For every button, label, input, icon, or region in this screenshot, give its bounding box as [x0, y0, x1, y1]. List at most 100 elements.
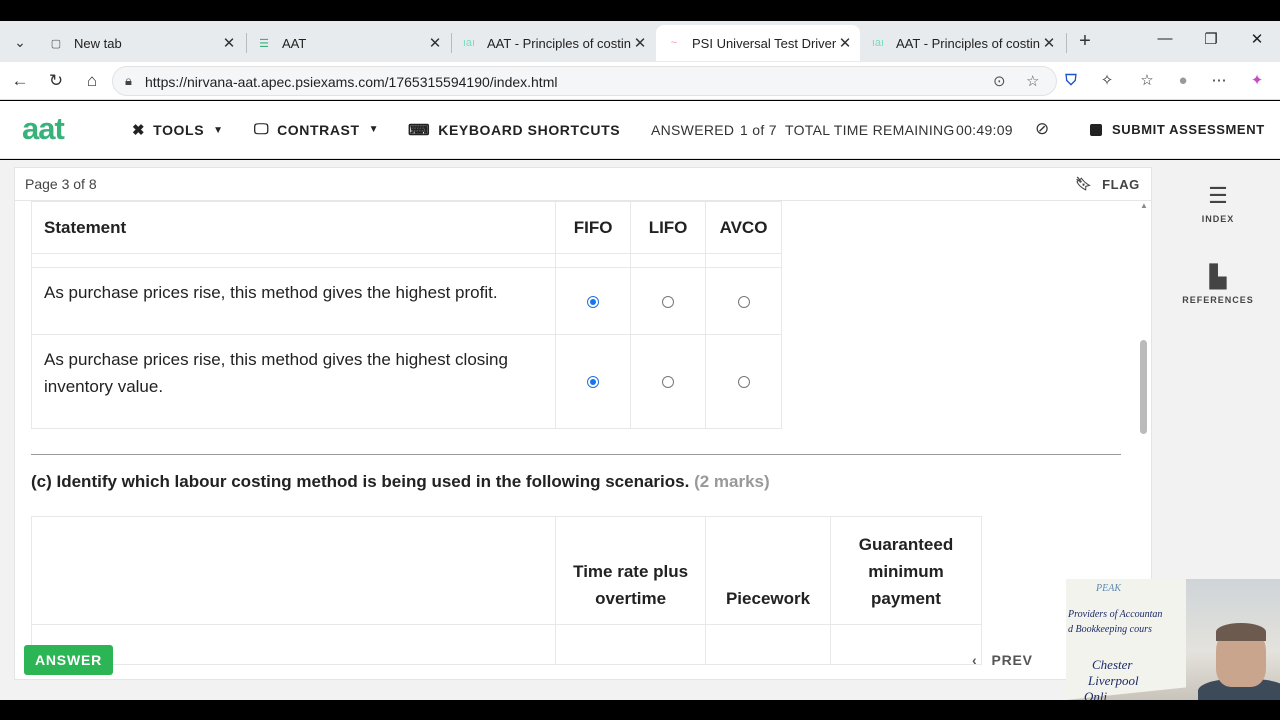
webcam-overlay: PEAK Providers of Accountan d Bookkeepin…	[1066, 579, 1280, 700]
inventory-method-table: Statement FIFO LIFO AVCO As purchase pri…	[30, 201, 782, 429]
references-button[interactable]: ▙ REFERENCES	[1178, 264, 1258, 306]
browser-tab-strip: ⌄ ▢ New tab ✕ ☰ AAT ✕ ıaı AAT - Principl…	[0, 21, 1280, 62]
column-header: FIFO	[555, 201, 632, 254]
restore-icon[interactable]: ❐	[1201, 30, 1221, 48]
favorite-star-icon[interactable]: ☆	[1026, 72, 1039, 90]
aat-icon: ☰	[259, 37, 269, 50]
more-page-actions-icon[interactable]: ⊙	[993, 72, 1006, 90]
radio-cell[interactable]	[705, 267, 782, 335]
profile-avatar-icon[interactable]: ●	[1173, 71, 1193, 91]
browser-tab-aat-costing[interactable]: ıaı AAT - Principles of costing - ✕	[451, 25, 655, 61]
table-row	[30, 624, 983, 665]
screen: ⌄ ▢ New tab ✕ ☰ AAT ✕ ıaı AAT - Principl…	[0, 0, 1280, 720]
refresh-icon[interactable]: ↻	[46, 71, 66, 91]
tab-title: PSI Universal Test Driver	[692, 35, 836, 51]
time-remaining-label: TOTAL TIME REMAINING	[785, 122, 955, 138]
radio-cell[interactable]	[555, 334, 632, 429]
flag-label: FLAG	[1102, 176, 1140, 192]
labour-costing-table: Time rate plus overtime Piecework Guaran…	[30, 516, 983, 665]
poster-text: Liverpool	[1088, 673, 1139, 688]
copilot-icon[interactable]: ✦	[1247, 71, 1267, 91]
back-arrow-icon[interactable]: ←	[10, 71, 30, 91]
url-text[interactable]: https://nirvana-aat.apec.psiexams.com/17…	[145, 74, 557, 90]
column-header: Guaranteed minimum payment	[829, 516, 983, 625]
bitwarden-extension-icon[interactable]: ⛉	[1061, 71, 1081, 91]
chevron-left-icon: ‹	[972, 652, 978, 668]
question-c-marks: (2 marks)	[694, 472, 770, 491]
statement-text: As purchase prices rise, this method giv…	[30, 267, 557, 335]
column-header: Time rate plus overtime	[555, 516, 707, 625]
page-indicator: Page 3 of 8	[25, 176, 97, 192]
radio-cell[interactable]	[555, 267, 632, 335]
section-divider	[31, 454, 1121, 455]
site-info-icon[interactable]: 🔒︎	[125, 73, 132, 89]
favorites-list-icon[interactable]: ☆	[1137, 71, 1157, 91]
keyboard-shortcuts-button[interactable]: ⌨ KEYBOARD SHORTCUTS	[408, 121, 620, 139]
contrast-menu[interactable]: 🖵︎ CONTRAST ▼	[254, 121, 379, 138]
radio-lifo[interactable]	[662, 376, 675, 389]
radio-cell[interactable]	[630, 334, 707, 429]
close-tab-icon[interactable]: ✕	[1040, 34, 1058, 52]
browser-toolbar: ← ↻ ⌂ 🔒︎ https://nirvana-aat.apec.psiexa…	[0, 62, 1280, 100]
tab-title: AAT - Principles of costing -	[896, 35, 1040, 51]
prev-label: PREV	[991, 652, 1033, 668]
settings-more-icon[interactable]: ⋯	[1209, 71, 1229, 91]
table-row: As purchase prices rise, this method giv…	[30, 334, 782, 429]
radio-avco[interactable]	[737, 376, 750, 389]
column-header	[30, 516, 557, 625]
keyboard-icon: ⌨	[408, 122, 431, 139]
home-icon[interactable]: ⌂	[82, 71, 102, 91]
scrollbar-thumb[interactable]	[1140, 340, 1147, 434]
flag-button[interactable]: 🔖︎ FLAG	[1075, 176, 1140, 192]
tools-menu[interactable]: ✖ TOOLS ▼	[132, 121, 224, 139]
close-tab-icon[interactable]: ✕	[220, 34, 238, 52]
radio-fifo-selected[interactable]	[587, 376, 600, 389]
browser-tab-aat[interactable]: ☰ AAT ✕	[246, 25, 450, 61]
app-header: aat ✖ TOOLS ▼ 🖵︎ CONTRAST ▼ ⌨ KEYBOARD S…	[0, 101, 1280, 159]
monitor-icon: 🖵︎	[254, 121, 270, 138]
poster-text: Onli	[1084, 689, 1108, 700]
browser-tab-psi[interactable]: ~ PSI Universal Test Driver ✕	[656, 25, 860, 61]
book-icon: ▙	[1209, 264, 1227, 289]
close-tab-icon[interactable]: ✕	[426, 34, 444, 52]
column-header: Statement	[30, 201, 557, 254]
radio-fifo-selected[interactable]	[587, 295, 600, 308]
column-header: AVCO	[705, 201, 782, 254]
tab-actions-chevron-icon[interactable]: ⌄	[6, 29, 34, 55]
table-spacer-row	[30, 253, 782, 268]
new-tab-plus-icon[interactable]: +	[1074, 30, 1096, 52]
radio-avco[interactable]	[737, 295, 750, 308]
radio-lifo[interactable]	[662, 295, 675, 308]
table-row: As purchase prices rise, this method giv…	[30, 267, 782, 335]
address-bar[interactable]: 🔒︎ https://nirvana-aat.apec.psiexams.com…	[112, 66, 1057, 96]
poster-text: PEAK	[1096, 583, 1121, 594]
stop-square-icon	[1090, 123, 1102, 136]
keyboard-shortcuts-label: KEYBOARD SHORTCUTS	[438, 122, 621, 138]
answered-count: 1 of 7	[740, 122, 777, 138]
close-tab-icon[interactable]: ✕	[631, 34, 649, 52]
aat-icon: ıaı	[462, 37, 476, 49]
presenter-hair	[1216, 623, 1266, 641]
table-header-row: Time rate plus overtime Piecework Guaran…	[30, 516, 983, 625]
close-window-icon[interactable]: ✕	[1247, 30, 1267, 48]
tab-title: AAT - Principles of costing -	[487, 35, 631, 51]
minimize-icon[interactable]: —	[1155, 30, 1175, 47]
extensions-puzzle-icon[interactable]: ✧	[1097, 71, 1117, 91]
index-button[interactable]: ☰ INDEX	[1178, 184, 1258, 225]
scroll-up-arrow-icon[interactable]: ▲	[1140, 201, 1148, 210]
bookmark-flag-icon: 🔖︎	[1075, 176, 1093, 191]
answer-button[interactable]: ANSWER	[24, 645, 113, 675]
submit-assessment-button[interactable]: SUBMIT ASSESSMENT	[1090, 122, 1265, 137]
radio-cell[interactable]	[630, 267, 707, 335]
prev-button[interactable]: ‹ PREV	[972, 652, 1033, 668]
radio-cell[interactable]	[705, 334, 782, 429]
column-header: LIFO	[630, 201, 707, 254]
psi-icon: ~	[670, 37, 678, 49]
browser-tab-aat-costing-2[interactable]: ıaı AAT - Principles of costing - ✕	[860, 25, 1064, 61]
table-header-row: Statement FIFO LIFO AVCO	[30, 201, 782, 254]
question-c-heading: (c) Identify which labour costing method…	[31, 472, 770, 492]
tools-label: TOOLS	[153, 122, 205, 138]
hide-timer-eye-icon[interactable]: ⊘	[1035, 119, 1050, 139]
browser-tab-new-tab[interactable]: ▢ New tab ✕	[38, 25, 244, 61]
close-tab-icon[interactable]: ✕	[836, 34, 854, 52]
